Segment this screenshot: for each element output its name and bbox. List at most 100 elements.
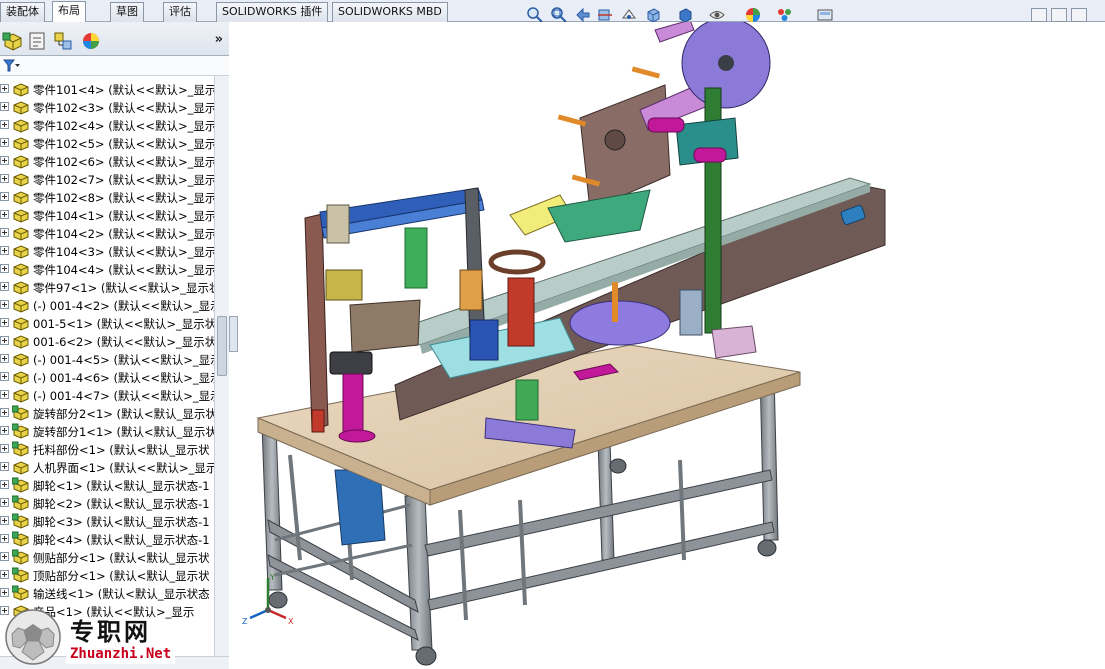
- tree-item[interactable]: 001-6<2> (默认<<默认>_显示状: [0, 332, 214, 350]
- expand-toggle[interactable]: [0, 534, 9, 543]
- part-icon: [13, 191, 29, 205]
- part-icon: [13, 317, 29, 331]
- tree-item[interactable]: 零件97<1> (默认<<默认>_显示状: [0, 278, 214, 296]
- tree-item-label: 脚轮<1> (默认<默认_显示状态-1: [33, 479, 210, 493]
- tree-item[interactable]: 脚轮<1> (默认<默认_显示状态-1: [0, 476, 214, 494]
- filter-icon[interactable]: [3, 59, 21, 73]
- tree-item[interactable]: 脚轮<4> (默认<默认_显示状态-1: [0, 530, 214, 548]
- tree-vertical-scrollbar[interactable]: [214, 76, 229, 656]
- tree-item[interactable]: 零件102<5> (默认<<默认>_显示: [0, 134, 214, 152]
- restore-window-icon[interactable]: [1031, 8, 1047, 22]
- expand-toggle[interactable]: [0, 246, 9, 255]
- tree-item[interactable]: 零件104<1> (默认<<默认>_显示: [0, 206, 214, 224]
- tab-layout[interactable]: 布局: [52, 1, 86, 23]
- filter-bar: [0, 56, 229, 76]
- part-icon: [13, 227, 29, 241]
- expand-toggle[interactable]: [0, 408, 9, 417]
- tree-item[interactable]: 零件104<3> (默认<<默认>_显示: [0, 242, 214, 260]
- tree-item[interactable]: (-) 001-4<5> (默认<<默认>_显示: [0, 350, 214, 368]
- tree-item[interactable]: (-) 001-4<7> (默认<<默认>_显示: [0, 386, 214, 404]
- panel-collapse-handle[interactable]: [229, 316, 238, 352]
- tree-item-label: 旋转部分1<1> (默认<默认_显示状: [33, 425, 214, 439]
- part-icon: [13, 101, 29, 115]
- expand-toggle[interactable]: [0, 318, 9, 327]
- tree-item[interactable]: 零件101<4> (默认<<默认>_显示: [0, 80, 214, 98]
- part-icon: [13, 173, 29, 187]
- tree-item[interactable]: 脚轮<2> (默认<默认_显示状态-1: [0, 494, 214, 512]
- tile-window-icon[interactable]: [1051, 8, 1067, 22]
- tree-item[interactable]: 顶贴部分<1> (默认<默认_显示状: [0, 566, 214, 584]
- assembly-icon: [12, 567, 29, 583]
- tree-item[interactable]: 零件102<8> (默认<<默认>_显示: [0, 188, 214, 206]
- assembly-icon: [12, 441, 29, 457]
- expand-toggle[interactable]: [0, 84, 9, 93]
- expand-toggle[interactable]: [0, 174, 9, 183]
- feature-tree: 零件101<4> (默认<<默认>_显示 零件102<3> (默认<<默认>_显示…: [0, 76, 214, 646]
- expand-toggle[interactable]: [0, 516, 9, 525]
- assembly-icon: [12, 585, 29, 601]
- expand-toggle[interactable]: [0, 426, 9, 435]
- tree-item[interactable]: 零件102<7> (默认<<默认>_显示: [0, 170, 214, 188]
- displaymanager-icon[interactable]: [80, 30, 102, 52]
- expand-toggle[interactable]: [0, 588, 9, 597]
- expand-toggle[interactable]: [0, 264, 9, 273]
- more-tabs-button[interactable]: »: [215, 32, 223, 47]
- tree-item[interactable]: 人机界面<1> (默认<<默认>_显示: [0, 458, 214, 476]
- tree-item[interactable]: 侧贴部分<1> (默认<默认_显示状: [0, 548, 214, 566]
- part-icon: [13, 83, 29, 97]
- expand-toggle[interactable]: [0, 570, 9, 579]
- expand-toggle[interactable]: [0, 552, 9, 561]
- expand-toggle[interactable]: [0, 210, 9, 219]
- tab-solidworks-addins[interactable]: SOLIDWORKS 插件: [216, 2, 329, 22]
- assembly-icon: [12, 549, 29, 565]
- tree-item[interactable]: 旋转部分2<1> (默认<默认_显示状: [0, 404, 214, 422]
- graphics-area[interactable]: Y X Z: [238, 22, 1105, 669]
- expand-toggle[interactable]: [0, 192, 9, 201]
- labeling-machine-model[interactable]: [238, 22, 1105, 669]
- tree-item[interactable]: 输送线<1> (默认<默认_显示状态: [0, 584, 214, 602]
- expand-toggle[interactable]: [0, 120, 9, 129]
- expand-toggle[interactable]: [0, 372, 9, 381]
- expand-toggle[interactable]: [0, 480, 9, 489]
- tree-item[interactable]: (-) 001-4<2> (默认<<默认>_显示: [0, 296, 214, 314]
- propertymanager-icon[interactable]: [26, 30, 48, 52]
- expand-toggle[interactable]: [0, 462, 9, 471]
- tree-item[interactable]: 零件104<4> (默认<<默认>_显示: [0, 260, 214, 278]
- expand-toggle[interactable]: [0, 300, 9, 309]
- triad-z-label: Z: [242, 617, 248, 626]
- tree-item[interactable]: 脚轮<3> (默认<默认_显示状态-1: [0, 512, 214, 530]
- configurationmanager-icon[interactable]: [52, 30, 74, 52]
- tab-solidworks-mbd[interactable]: SOLIDWORKS MBD: [332, 2, 448, 22]
- tree-item-label: 人机界面<1> (默认<<默认>_显示: [33, 461, 214, 475]
- expand-toggle[interactable]: [0, 390, 9, 399]
- panel-tabs: »: [0, 22, 229, 56]
- tree-item-label: 零件102<8> (默认<<默认>_显示: [33, 191, 214, 205]
- expand-toggle[interactable]: [0, 138, 9, 147]
- expand-toggle[interactable]: [0, 156, 9, 165]
- reference-triad: Y X Z: [242, 573, 294, 626]
- tree-item-label: 侧贴部分<1> (默认<默认_显示状: [33, 551, 210, 565]
- expand-toggle[interactable]: [0, 228, 9, 237]
- expand-toggle[interactable]: [0, 102, 9, 111]
- tree-item[interactable]: (-) 001-4<6> (默认<<默认>_显示: [0, 368, 214, 386]
- tree-item[interactable]: 零件102<6> (默认<<默认>_显示: [0, 152, 214, 170]
- expand-toggle[interactable]: [0, 354, 9, 363]
- tab-sketch[interactable]: 草图: [110, 2, 144, 22]
- tree-item[interactable]: 旋转部分1<1> (默认<默认_显示状: [0, 422, 214, 440]
- tree-item[interactable]: 零件102<4> (默认<<默认>_显示: [0, 116, 214, 134]
- expand-toggle[interactable]: [0, 498, 9, 507]
- tab-assembly[interactable]: 装配体: [0, 2, 45, 22]
- tree-item[interactable]: 001-5<1> (默认<<默认>_显示状: [0, 314, 214, 332]
- tree-item[interactable]: 托料部份<1> (默认<默认_显示状: [0, 440, 214, 458]
- expand-toggle[interactable]: [0, 444, 9, 453]
- close-window-icon[interactable]: [1071, 8, 1087, 22]
- tree-item-label: 脚轮<3> (默认<默认_显示状态-1: [33, 515, 210, 529]
- tab-evaluate[interactable]: 评估: [163, 2, 197, 22]
- tree-item[interactable]: 零件102<3> (默认<<默认>_显示: [0, 98, 214, 116]
- part-icon: [13, 389, 29, 403]
- expand-toggle[interactable]: [0, 336, 9, 345]
- scrollbar-thumb[interactable]: [217, 316, 227, 376]
- featuremanager-icon[interactable]: [2, 30, 24, 52]
- tree-item[interactable]: 零件104<2> (默认<<默认>_显示: [0, 224, 214, 242]
- expand-toggle[interactable]: [0, 282, 9, 291]
